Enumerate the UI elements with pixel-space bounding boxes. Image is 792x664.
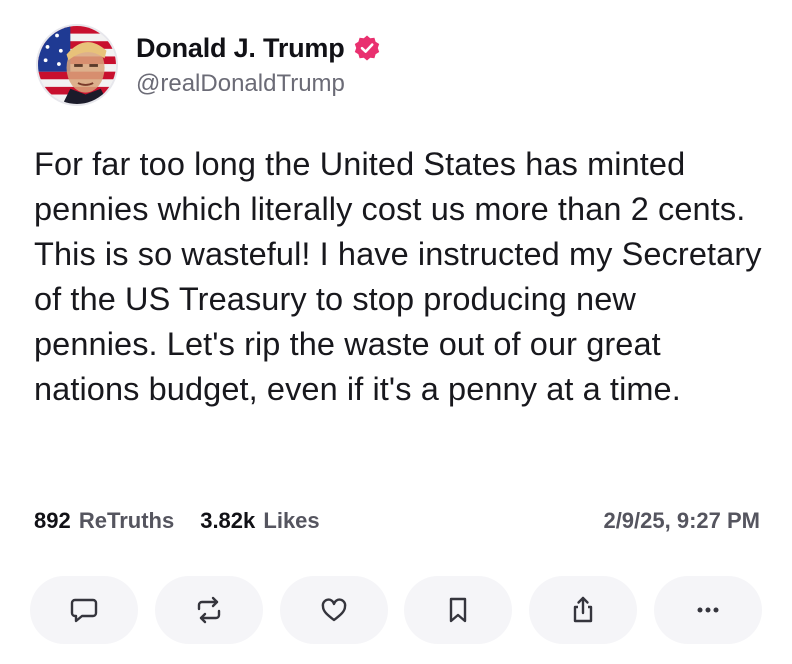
post-text: For far too long the United States has m… bbox=[34, 146, 762, 407]
retruth-button[interactable] bbox=[154, 576, 263, 644]
likes-label: Likes bbox=[263, 508, 320, 533]
action-bar bbox=[30, 576, 762, 644]
share-icon bbox=[573, 596, 593, 623]
reply-button[interactable] bbox=[30, 576, 138, 644]
name-row: Donald J. Trump bbox=[136, 33, 381, 64]
bookmark-icon bbox=[450, 597, 467, 623]
share-button[interactable] bbox=[529, 576, 638, 644]
avatar[interactable] bbox=[36, 24, 118, 106]
retruths-label: ReTruths bbox=[78, 508, 175, 533]
user-handle[interactable]: @realDonaldTrump bbox=[136, 70, 381, 98]
profile-photo-flag-icon bbox=[38, 26, 116, 104]
post-header: Donald J. Trump @realDonaldTrump bbox=[36, 24, 381, 106]
bookmark-button[interactable] bbox=[404, 576, 513, 644]
retruth-icon bbox=[197, 596, 220, 624]
like-button[interactable] bbox=[279, 576, 388, 644]
author-info: Donald J. Trump @realDonaldTrump bbox=[136, 33, 381, 98]
post-timestamp: 2/9/25, 9:27 PM bbox=[603, 508, 760, 533]
display-name[interactable]: Donald J. Trump bbox=[136, 33, 345, 64]
post-stats: 892 ReTruths 3.82k Likes 2/9/25, 9:27 PM bbox=[34, 508, 760, 534]
likes-stat[interactable]: 3.82k Likes bbox=[200, 508, 319, 534]
more-button[interactable] bbox=[653, 576, 762, 644]
retruths-stat[interactable]: 892 ReTruths bbox=[34, 508, 174, 534]
like-icon bbox=[321, 598, 346, 622]
retruths-count: 892 bbox=[34, 508, 71, 533]
more-icon bbox=[697, 607, 719, 613]
verified-badge-icon bbox=[353, 34, 381, 62]
likes-count: 3.82k bbox=[200, 508, 256, 533]
reply-icon bbox=[70, 598, 98, 623]
